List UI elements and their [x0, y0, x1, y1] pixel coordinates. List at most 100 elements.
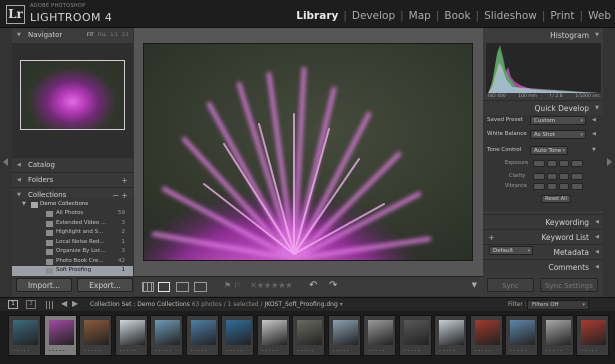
collection-count: 2 — [121, 229, 126, 235]
vibrance-increase-button[interactable] — [559, 183, 569, 190]
expand-triangle-icon: ◀ — [17, 177, 21, 183]
add-keyword-icon[interactable]: + — [488, 230, 495, 245]
filmstrip-thumbnail[interactable]: • • • • • — [327, 315, 361, 356]
module-map[interactable]: Map — [409, 10, 431, 22]
white-balance-select[interactable]: As Shot — [530, 130, 586, 139]
exposure-decrease-button[interactable] — [547, 160, 557, 167]
filmstrip-thumbnail[interactable]: • • • • • — [221, 315, 254, 356]
collection-row[interactable]: Organize By Loc... 3 — [12, 247, 133, 257]
histogram-header[interactable]: Histogram ▼ — [483, 28, 603, 43]
vibrance-label: Vibrance — [505, 183, 527, 189]
navigator-preview[interactable] — [20, 60, 125, 130]
star-rating-icon[interactable]: ✕★★★★★ — [250, 281, 293, 291]
back-arrow-icon[interactable]: ◀ — [61, 299, 67, 308]
module-library[interactable]: Library — [296, 10, 338, 22]
folders-header[interactable]: ◀ Folders + — [12, 172, 133, 187]
sync-button[interactable]: Sync — [487, 278, 534, 292]
clarity-increase-button[interactable] — [559, 173, 569, 180]
collections-list: ▼ Demo Collections All Photos 59 Extended… — [12, 198, 133, 279]
collection-row[interactable]: Local Noise Red... 1 — [12, 238, 133, 248]
quick-develop-header[interactable]: Quick Develop ▼ — [483, 100, 603, 115]
filmstrip-thumbnail[interactable]: • • • • • — [256, 315, 290, 356]
keyword-list-header[interactable]: + Keyword List ◀ — [483, 229, 603, 244]
collection-label: Extended Video ... — [56, 219, 107, 226]
expand-triangle-icon[interactable]: ◀ — [592, 131, 596, 137]
filmstrip-thumbnail[interactable]: • • • • • — [363, 315, 396, 356]
filmstrip-thumbnail[interactable]: • • • • • — [398, 315, 432, 356]
module-separator: | — [435, 10, 440, 22]
flag-icon[interactable]: ⚑ ⚐ — [224, 281, 241, 290]
thumbnail-rating-dots: • • • • • — [332, 349, 350, 353]
source-indicator[interactable]: Collection Set : Demo Collections 63 pho… — [90, 301, 343, 308]
filmstrip-thumbnail[interactable]: • • • • • — [8, 315, 41, 356]
collection-row[interactable]: Photo Book Cre... 42 — [12, 257, 133, 267]
left-panel-toggle-icon[interactable] — [3, 158, 8, 166]
grid-icon[interactable] — [46, 301, 55, 309]
keywording-header[interactable]: Keywording ◀ — [483, 214, 603, 229]
exposure-increase-button[interactable] — [559, 160, 569, 167]
clarity-decrease-button[interactable] — [547, 173, 557, 180]
auto-tone-button[interactable]: Auto Tone — [530, 146, 568, 155]
thumbnail-rating-dots: • • • • • — [261, 349, 279, 353]
filmstrip-bar: 1 2 ◀ ▶ Collection Set : Demo Collection… — [0, 297, 615, 311]
filter-select[interactable]: Filters Off — [527, 300, 589, 310]
collapse-triangle-icon[interactable]: ▼ — [592, 147, 596, 153]
saved-preset-select[interactable]: Custom — [530, 116, 586, 125]
clarity-increase-large-button[interactable] — [571, 173, 583, 180]
survey-view-icon[interactable] — [194, 282, 207, 292]
filmstrip-thumbnail[interactable]: • • • • • — [434, 315, 467, 356]
catalog-header[interactable]: ◀ Catalog — [12, 157, 133, 172]
filmstrip-thumbnail[interactable]: • • • • • — [79, 315, 112, 356]
loupe-view-icon[interactable] — [158, 282, 170, 292]
module-develop[interactable]: Develop — [352, 10, 395, 22]
zoom-fill[interactable]: FILL — [98, 28, 107, 43]
collection-row-selected[interactable]: Soft Proofing 1 — [12, 266, 133, 276]
filmstrip-thumbnail[interactable]: • • • • • — [540, 315, 574, 356]
filmstrip-thumbnail[interactable]: • • • • • — [292, 315, 325, 356]
import-button[interactable]: Import... — [16, 278, 72, 292]
module-web[interactable]: Web — [588, 10, 611, 22]
collection-row[interactable]: All Photos 59 — [12, 209, 133, 219]
module-slideshow[interactable]: Slideshow — [484, 10, 537, 22]
metadata-preset-select[interactable]: Default — [489, 246, 533, 255]
export-button[interactable]: Export... — [77, 278, 133, 292]
rotate-left-icon[interactable]: ↶ — [309, 280, 317, 291]
zoom-fit[interactable]: FIT — [87, 28, 94, 43]
add-folder-icon[interactable]: + — [121, 173, 128, 188]
main-photo[interactable] — [143, 43, 473, 261]
vibrance-decrease-button[interactable] — [547, 183, 557, 190]
exposure-increase-large-button[interactable] — [571, 160, 583, 167]
collection-row[interactable]: Highlight and S... 2 — [12, 228, 133, 238]
filmstrip-thumbnail[interactable]: • • • • • — [150, 315, 183, 356]
toolbar-options-icon[interactable]: ▼ — [472, 281, 477, 289]
main-window-button[interactable]: 1 — [8, 300, 18, 309]
vibrance-increase-large-button[interactable] — [571, 183, 583, 190]
zoom-1-1[interactable]: 1:1 — [111, 28, 118, 43]
filmstrip-thumbnail[interactable]: • • • • • — [505, 315, 538, 356]
comments-header[interactable]: Comments ◀ — [483, 259, 603, 274]
exposure-decrease-large-button[interactable] — [533, 160, 545, 167]
grid-view-icon[interactable] — [142, 282, 154, 292]
navigator-header[interactable]: ▼ Navigator FIT FILL 1:1 3:1 — [12, 28, 133, 43]
collection-row[interactable]: Extended Video ... 3 — [12, 219, 133, 229]
filmstrip-thumbnail-selected[interactable]: • • • • • — [43, 315, 77, 356]
sync-settings-button[interactable]: Sync Settings — [540, 278, 598, 292]
right-panel-toggle-icon[interactable] — [607, 158, 612, 166]
secondary-window-button[interactable]: 2 — [26, 300, 36, 309]
module-book[interactable]: Book — [444, 10, 470, 22]
zoom-3-1[interactable]: 3:1 — [122, 28, 129, 43]
clarity-decrease-large-button[interactable] — [533, 173, 545, 180]
filmstrip: • • • • • • • • • • • • • • • • • • • • • • … — [0, 311, 615, 364]
filmstrip-thumbnail[interactable]: • • • • • — [114, 315, 148, 356]
reset-all-button[interactable]: Reset All — [541, 195, 571, 203]
module-print[interactable]: Print — [550, 10, 574, 22]
module-separator: | — [343, 10, 347, 22]
forward-arrow-icon[interactable]: ▶ — [72, 299, 78, 308]
compare-view-icon[interactable] — [176, 282, 189, 292]
filmstrip-thumbnail[interactable]: • • • • • — [469, 315, 503, 356]
expand-triangle-icon[interactable]: ◀ — [592, 117, 596, 123]
filmstrip-thumbnail[interactable]: • • • • • — [185, 315, 219, 356]
vibrance-decrease-large-button[interactable] — [533, 183, 545, 190]
rotate-right-icon[interactable]: ↷ — [329, 280, 337, 291]
filmstrip-thumbnail[interactable]: • • • • • — [576, 315, 609, 356]
